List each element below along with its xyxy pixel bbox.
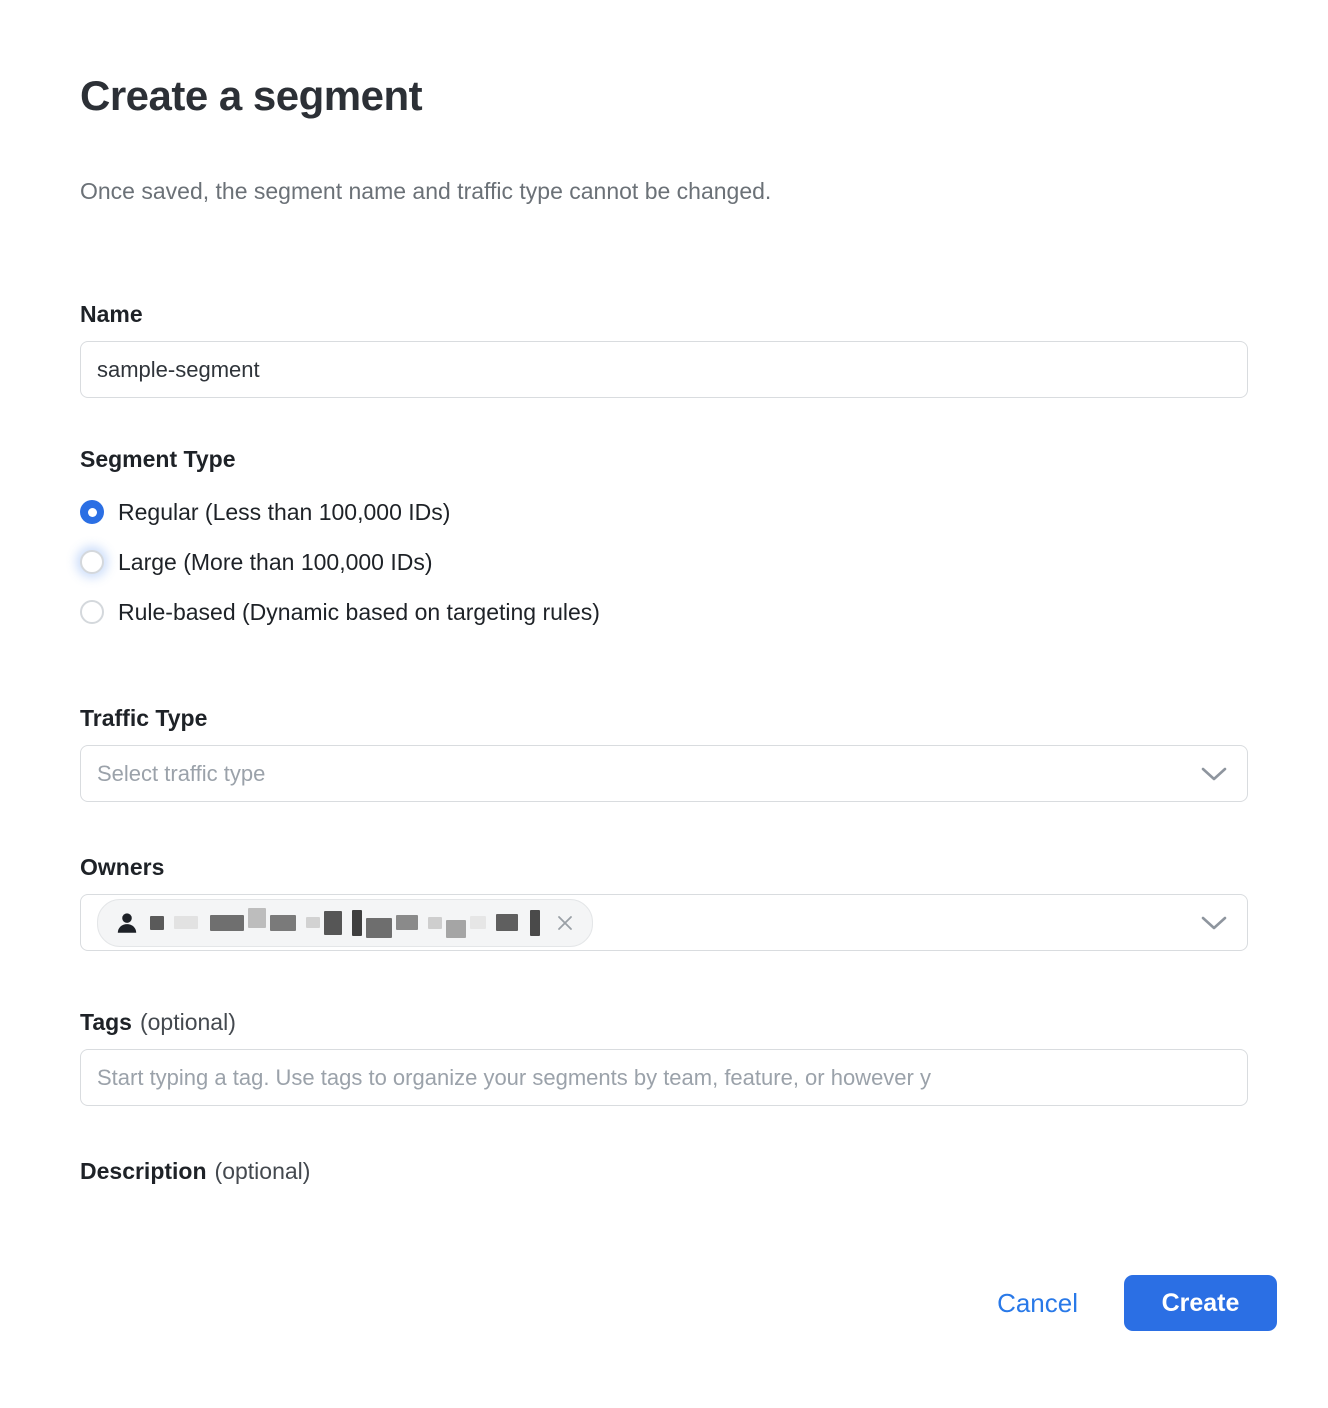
traffic-type-label: Traffic Type: [80, 705, 1248, 732]
radio-selected-icon[interactable]: [80, 500, 104, 524]
create-segment-dialog: Create a segment Once saved, the segment…: [0, 0, 1328, 1192]
tags-optional-suffix: (optional): [140, 1009, 236, 1035]
radio-option-regular[interactable]: Regular (Less than 100,000 IDs): [80, 487, 1248, 537]
segment-type-label: Segment Type: [80, 446, 1248, 473]
close-icon[interactable]: [556, 914, 574, 932]
person-icon: [114, 910, 140, 936]
segment-type-radio-group: Regular (Less than 100,000 IDs) Large (M…: [80, 487, 1248, 637]
traffic-type-select[interactable]: Select traffic type: [80, 745, 1248, 802]
tags-label: Tags (optional): [80, 1009, 1248, 1036]
name-label: Name: [80, 301, 1248, 328]
tags-input[interactable]: [80, 1049, 1248, 1106]
segment-name-input[interactable]: [80, 341, 1248, 398]
radio-option-label: Rule-based (Dynamic based on targeting r…: [118, 599, 600, 626]
create-button[interactable]: Create: [1124, 1275, 1277, 1331]
description-optional-suffix: (optional): [215, 1158, 311, 1184]
radio-option-large[interactable]: Large (More than 100,000 IDs): [80, 537, 1248, 587]
owner-chip-redacted-text: [150, 908, 540, 938]
description-label-text: Description: [80, 1158, 207, 1184]
radio-unselected-icon[interactable]: [80, 600, 104, 624]
cancel-button[interactable]: Cancel: [997, 1288, 1078, 1319]
dialog-footer: Cancel Create: [0, 1192, 1328, 1408]
owners-label: Owners: [80, 854, 1248, 881]
traffic-type-placeholder: Select traffic type: [97, 761, 265, 787]
description-label: Description (optional): [80, 1158, 1248, 1185]
owners-select[interactable]: [80, 894, 1248, 951]
chevron-down-icon: [1201, 766, 1227, 782]
dialog-subtitle: Once saved, the segment name and traffic…: [80, 120, 1248, 205]
tags-label-text: Tags: [80, 1009, 132, 1035]
radio-option-rule-based[interactable]: Rule-based (Dynamic based on targeting r…: [80, 587, 1248, 637]
radio-option-label: Large (More than 100,000 IDs): [118, 549, 433, 576]
owner-chip: [97, 899, 593, 947]
radio-option-label: Regular (Less than 100,000 IDs): [118, 499, 450, 526]
chevron-down-icon: [1201, 915, 1227, 931]
page-title: Create a segment: [80, 0, 1248, 120]
radio-unselected-icon[interactable]: [80, 550, 104, 574]
